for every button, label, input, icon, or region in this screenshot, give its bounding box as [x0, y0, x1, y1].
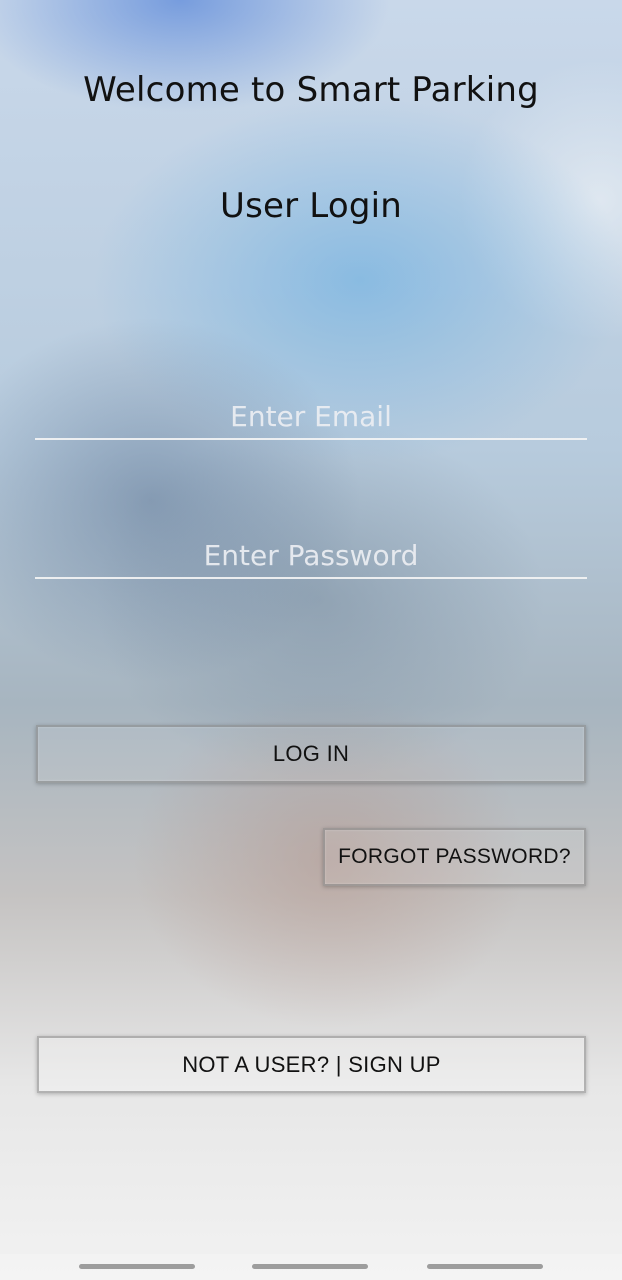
back-icon[interactable] — [427, 1264, 543, 1269]
password-placeholder: Enter Password — [203, 539, 419, 572]
email-placeholder: Enter Email — [230, 400, 392, 433]
login-button[interactable]: LOG IN — [36, 725, 586, 783]
user-login-heading: User Login — [219, 186, 403, 226]
login-button-label: LOG IN — [272, 741, 350, 766]
forgot-password-button[interactable]: FORGOT PASSWORD? — [323, 828, 586, 886]
password-field[interactable]: Enter Password — [35, 535, 587, 579]
signup-button-label: NOT A USER? | SIGN UP — [182, 1052, 441, 1077]
home-icon[interactable] — [252, 1264, 368, 1269]
recent-apps-icon[interactable] — [79, 1264, 195, 1269]
email-field[interactable]: Enter Email — [35, 396, 587, 440]
forgot-password-label: FORGOT PASSWORD? — [338, 845, 571, 868]
system-navigation-bar — [0, 1254, 622, 1280]
welcome-title: Welcome to Smart Parking — [83, 70, 539, 110]
signup-button[interactable]: NOT A USER? | SIGN UP — [37, 1036, 586, 1093]
